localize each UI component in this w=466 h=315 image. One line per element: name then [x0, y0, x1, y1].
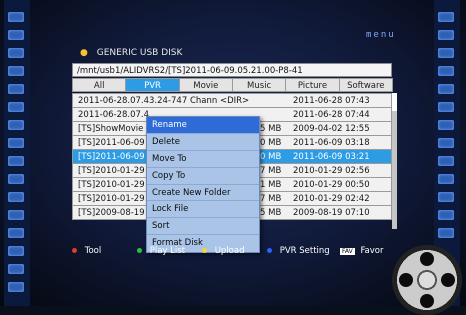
hint-favor-label: Favor: [360, 246, 384, 256]
film-hole: [8, 282, 24, 292]
hint-upload-label: Upload: [214, 246, 245, 256]
scrollbar[interactable]: [392, 93, 397, 229]
filmstrip-left: [4, 0, 30, 306]
menu-item-copy-to[interactable]: Copy To: [147, 168, 259, 185]
film-hole: [438, 102, 454, 112]
hint-upload[interactable]: Upload: [202, 246, 245, 256]
bullet-icon: ●: [80, 48, 88, 58]
reel-hole: [441, 273, 455, 287]
film-hole: [8, 138, 24, 148]
film-hole: [438, 12, 454, 22]
film-hole: [438, 210, 454, 220]
path-bar: /mnt/usb1/ALIDVRS2/[TS]2011-06-09.05.21.…: [72, 63, 392, 77]
menu-item-lock-file[interactable]: Lock File: [147, 201, 259, 219]
film-hole: [438, 138, 454, 148]
file-size: 5 MB: [260, 208, 282, 218]
film-hole: [8, 12, 24, 22]
hint-tool-label: Tool: [84, 246, 102, 256]
menu-item-move-to[interactable]: Move To: [147, 151, 259, 168]
film-hole: [8, 102, 24, 112]
hint-favor[interactable]: FAV Favor: [340, 246, 383, 256]
film-hole: [8, 246, 24, 256]
menu-item-delete[interactable]: Delete: [147, 134, 259, 151]
menu-item-rename[interactable]: Rename: [147, 117, 259, 134]
blue-button-icon: [267, 248, 272, 253]
film-hole: [8, 120, 24, 130]
reel-hole: [399, 273, 413, 287]
title-text: GENERIC USB DISK: [96, 48, 183, 58]
tv-screen: menu ● GENERIC USB DISK /mnt/usb1/ALIDVR…: [0, 0, 466, 315]
film-hole: [8, 210, 24, 220]
film-hole: [438, 228, 454, 238]
film-hole: [438, 48, 454, 58]
tab-pvr[interactable]: PVR: [125, 78, 180, 92]
film-hole: [8, 192, 24, 202]
green-button-icon: [137, 248, 142, 253]
film-hole: [8, 264, 24, 274]
yellow-button-icon: [202, 248, 207, 253]
film-hole: [438, 156, 454, 166]
film-hole: [438, 192, 454, 202]
fav-key-icon: FAV: [340, 248, 355, 255]
film-hole: [438, 30, 454, 40]
red-button-icon: [72, 248, 77, 253]
film-hole: [438, 120, 454, 130]
film-hole: [438, 66, 454, 76]
hint-pvr-label: PVR Setting: [279, 246, 330, 256]
film-hole: [8, 66, 24, 76]
film-hole: [8, 156, 24, 166]
tab-music[interactable]: Music: [231, 78, 287, 92]
hint-playlist-label: Play List: [149, 246, 185, 256]
tab-all[interactable]: All: [72, 78, 127, 92]
hint-tool[interactable]: Tool: [72, 246, 101, 256]
scrollbar-thumb[interactable]: [392, 93, 397, 111]
file-name: [TS]2009-08-19: [78, 208, 145, 218]
film-hole: [438, 174, 454, 184]
hint-pvr-setting[interactable]: PVR Setting: [267, 246, 330, 256]
tab-movie[interactable]: Movie: [178, 78, 233, 92]
film-hole: [8, 48, 24, 58]
file-row[interactable]: 2011-06-28.07.43.24-747 Chann <DIR> 2011…: [72, 93, 392, 108]
tab-picture[interactable]: Picture: [285, 78, 340, 92]
film-hole: [8, 174, 24, 184]
context-menu: Rename Delete Move To Copy To Create New…: [146, 116, 260, 254]
film-reel-icon: [392, 245, 462, 315]
footer-hints: Tool Play List Upload PVR Setting FAV Fa…: [72, 244, 392, 260]
file-date: 2009-08-19 07:10: [293, 208, 370, 218]
menu-item-create-folder[interactable]: Create New Folder: [147, 185, 259, 202]
film-hole: [8, 228, 24, 238]
film-hole: [438, 84, 454, 94]
film-hole: [8, 84, 24, 94]
page-title: ● GENERIC USB DISK: [80, 48, 182, 58]
hint-playlist[interactable]: Play List: [137, 246, 185, 256]
tabs: All PVR Movie Music Picture Software: [72, 78, 393, 92]
tab-software[interactable]: Software: [338, 78, 393, 92]
menu-item-sort[interactable]: Sort: [147, 218, 259, 236]
menu-brand: menu: [366, 30, 396, 40]
reel-hole: [420, 252, 434, 266]
film-hole: [8, 30, 24, 40]
